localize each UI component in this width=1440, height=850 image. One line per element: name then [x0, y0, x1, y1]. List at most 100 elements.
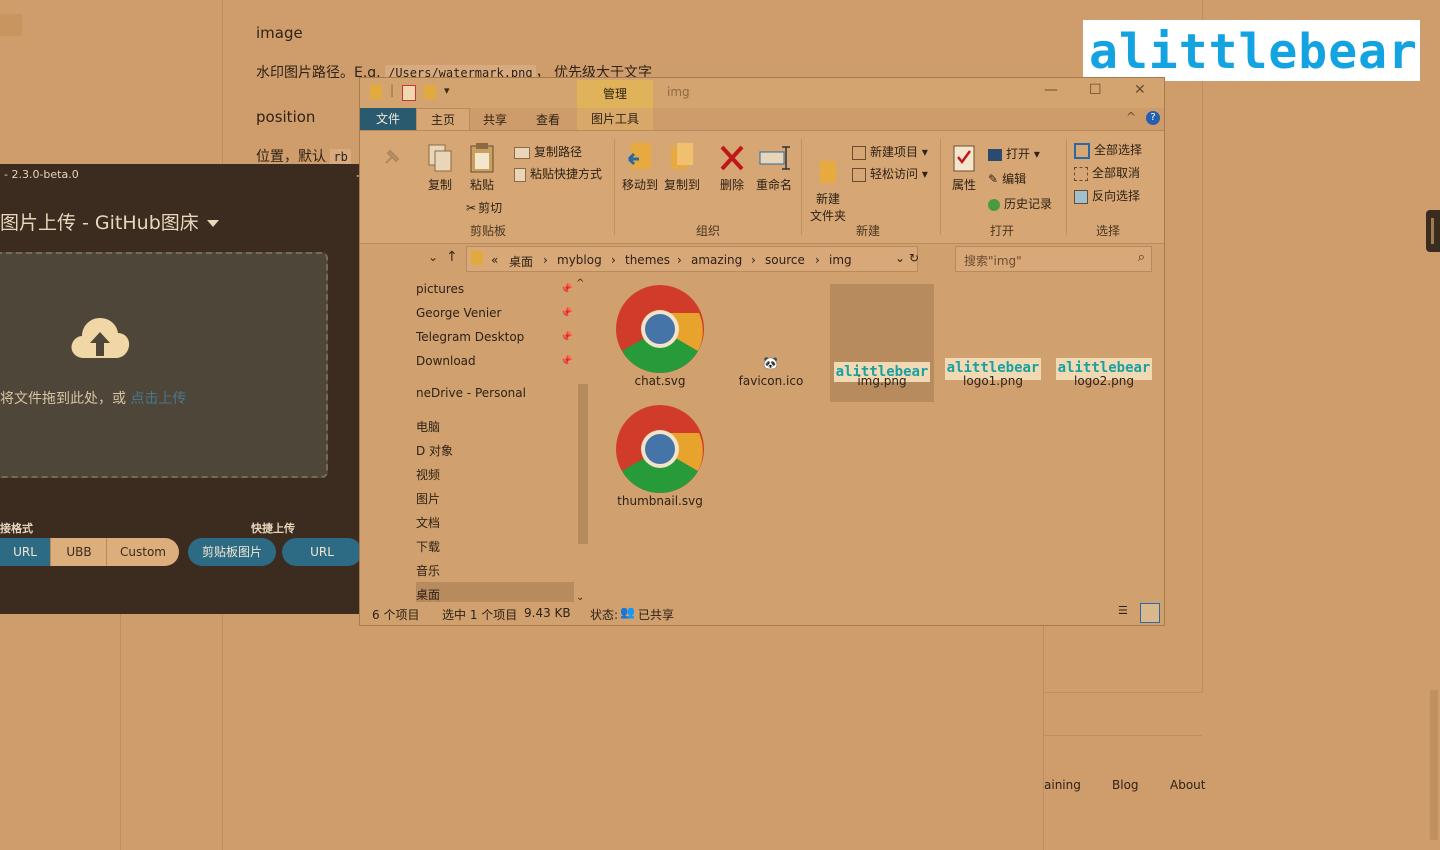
quick-upload-label: 快捷上传 — [251, 522, 295, 535]
help-icon[interactable]: ? — [1146, 111, 1160, 125]
large-icons-view-icon[interactable] — [1140, 603, 1160, 623]
nav-item-telegram-desktop[interactable]: Telegram Desktop — [416, 330, 524, 344]
nav-item-onedrive[interactable]: neDrive - Personal — [416, 386, 526, 400]
file-item[interactable]: 🐼 favicon.ico — [719, 284, 823, 394]
file-item[interactable]: thumbnail.svg — [608, 404, 712, 514]
file-item[interactable]: alittlebear logo2.png — [1052, 284, 1156, 394]
rename-button[interactable]: 重命名 — [756, 143, 792, 193]
nav-item-download[interactable]: Download — [416, 354, 476, 368]
tab-home[interactable]: 主页 — [416, 108, 470, 132]
copy-to-button[interactable]: 复制到 — [664, 141, 700, 193]
nav-item-music[interactable]: 音乐 — [416, 562, 440, 579]
select-all-button[interactable]: 全部选择 — [1074, 141, 1142, 159]
easy-access-button[interactable]: 轻松访问 ▾ — [852, 165, 928, 182]
delete-label: 删除 — [719, 178, 744, 192]
address-bar[interactable]: « 桌面 › myblog › themes › amazing › sourc… — [466, 246, 919, 272]
delete-button[interactable]: 删除 — [718, 143, 746, 193]
breadcrumb-myblog[interactable]: myblog — [557, 253, 602, 267]
pin-quick-access-icon[interactable] — [380, 145, 404, 169]
copy-button[interactable]: 复制 — [426, 143, 454, 193]
nav-item-3d-objects[interactable]: D 对象 — [416, 442, 453, 459]
properties-quick-icon[interactable] — [402, 85, 416, 101]
file-item[interactable]: alittlebear logo1.png — [941, 284, 1045, 394]
search-box[interactable]: 搜索"img" ⌕ — [955, 246, 1152, 272]
close-icon[interactable]: ✕ — [1134, 82, 1146, 98]
paste-button[interactable]: 粘贴 — [468, 141, 496, 193]
explorer-titlebar[interactable]: | ▾ 管理 img — ☐ ✕ — [360, 78, 1164, 108]
new-item-button[interactable]: 新建项目 ▾ — [852, 143, 928, 160]
new-folder-quick-icon[interactable] — [424, 85, 436, 99]
history-icon — [988, 198, 1000, 211]
paste-shortcut-button[interactable]: 粘贴快捷方式 — [514, 165, 602, 182]
breadcrumb-img[interactable]: img — [829, 253, 852, 267]
side-panel-handle[interactable] — [1426, 210, 1440, 252]
breadcrumb-desktop[interactable]: 桌面 — [509, 253, 533, 270]
invert-selection-button[interactable]: 反向选择 — [1074, 187, 1140, 204]
details-view-icon[interactable]: ☰ — [1118, 604, 1134, 620]
move-to-button[interactable]: 移动到 — [622, 141, 658, 193]
tab-view[interactable]: 查看 — [536, 111, 560, 128]
chevron-right-icon: › — [677, 253, 682, 267]
footer-link-blog[interactable]: Blog — [1112, 778, 1139, 792]
file-item-selected[interactable]: alittlebear img.png — [830, 284, 934, 402]
history-button[interactable]: 历史记录 — [988, 195, 1052, 212]
nav-scrollbar[interactable]: ^ ⌄ — [576, 278, 588, 603]
nav-item-pictures-lib[interactable]: 图片 — [416, 490, 440, 507]
format-url-button[interactable]: URL — [0, 538, 50, 566]
cloud-upload-icon — [71, 318, 130, 358]
format-ubb-button[interactable]: UBB — [50, 538, 107, 566]
select-none-button[interactable]: 全部取消 — [1074, 164, 1140, 181]
cut-button[interactable]: ✂ 剪切 — [466, 199, 502, 216]
edit-button[interactable]: ✎ 编辑 — [988, 170, 1026, 187]
quick-access-dropdown-icon[interactable]: ▾ — [444, 84, 450, 97]
doc-heading-image: image — [256, 24, 303, 42]
nav-item-videos[interactable]: 视频 — [416, 466, 440, 483]
maximize-icon[interactable]: ☐ — [1089, 82, 1102, 98]
ribbon-collapse-icon[interactable]: ^ — [1126, 110, 1136, 124]
navigation-pane: pictures 📌 George Venier 📌 Telegram Desk… — [360, 274, 592, 603]
ribbon: 复制 粘贴 复制路径 粘贴快捷方式 ✂ 剪切 剪贴板 移动到 复制到 删除 重命名… — [360, 130, 1164, 244]
upload-heading[interactable]: 图片上传 - GitHub图床 — [0, 208, 219, 235]
delete-icon — [720, 145, 744, 171]
minimize-icon[interactable]: — — [1044, 82, 1058, 98]
nav-scrollbar-thumb[interactable] — [578, 384, 588, 544]
file-item[interactable]: chat.svg — [608, 284, 712, 394]
nav-item-this-pc[interactable]: 电脑 — [416, 418, 440, 435]
url-upload-button[interactable]: URL — [282, 538, 362, 566]
separator: | — [390, 83, 395, 97]
properties-button[interactable]: 属性 — [950, 143, 978, 193]
tab-picture-tools[interactable]: 图片工具 — [577, 108, 653, 130]
nav-item-george-venier[interactable]: George Venier — [416, 306, 501, 320]
nav-item-desktop[interactable]: 桌面 — [416, 586, 440, 603]
footer-link-training[interactable]: aining — [1044, 778, 1081, 792]
copy-path-icon — [514, 146, 530, 159]
new-folder-button[interactable]: 新建 文件夹 — [810, 143, 846, 238]
upload-drop-zone[interactable] — [0, 252, 328, 478]
nav-item-downloads[interactable]: 下载 — [416, 538, 440, 555]
format-custom-button[interactable]: Custom — [106, 538, 179, 566]
address-dropdown-icon[interactable]: ⌄ — [895, 251, 905, 265]
tab-manage[interactable]: 管理 — [577, 80, 653, 108]
click-upload-link[interactable]: 点击上传 — [130, 391, 186, 407]
footer-link-about[interactable]: About — [1170, 778, 1205, 792]
recent-locations-icon[interactable]: ⌄ — [428, 250, 438, 264]
clipboard-upload-button[interactable]: 剪贴板图片 — [188, 538, 276, 566]
breadcrumb-source[interactable]: source — [765, 253, 805, 267]
refresh-icon[interactable]: ↻ — [909, 251, 919, 265]
nav-item-pictures[interactable]: pictures — [416, 282, 464, 296]
copy-path-button[interactable]: 复制路径 — [514, 143, 582, 160]
ribbon-divider — [801, 139, 802, 235]
tab-file[interactable]: 文件 — [360, 108, 416, 130]
chrome-icon — [616, 405, 704, 493]
scroll-up-icon[interactable]: ^ — [576, 278, 584, 289]
tab-share[interactable]: 共享 — [483, 111, 507, 128]
up-arrow-icon[interactable]: ↑ — [446, 249, 458, 265]
breadcrumb-overflow[interactable]: « — [491, 253, 498, 267]
open-button[interactable]: 打开 ▾ — [988, 145, 1040, 162]
select-group-label: 选择 — [1096, 224, 1121, 238]
page-scrollbar-thumb[interactable] — [1430, 690, 1438, 840]
nav-item-documents[interactable]: 文档 — [416, 514, 440, 531]
select-none-icon — [1074, 166, 1088, 181]
breadcrumb-themes[interactable]: themes — [625, 253, 670, 267]
breadcrumb-amazing[interactable]: amazing — [691, 253, 742, 267]
